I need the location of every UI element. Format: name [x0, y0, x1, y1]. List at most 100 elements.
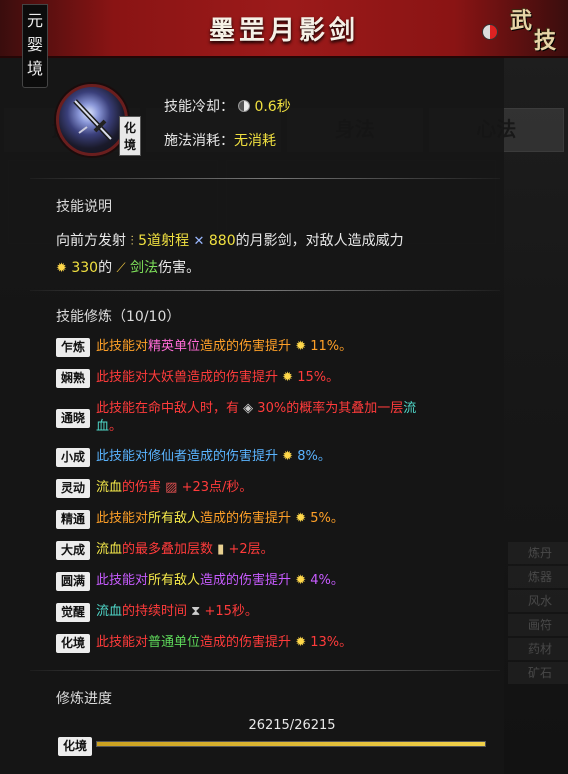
sword-type-icon: ⟋	[116, 261, 126, 276]
emblem-char: 技	[534, 28, 557, 54]
desc-text: 的	[98, 260, 113, 276]
cost-label: 施法消耗：	[164, 133, 234, 149]
realm-char: 婴	[26, 35, 43, 54]
mod-seg: 流血	[96, 604, 123, 619]
mod-seg: 普通单位	[148, 635, 201, 650]
mod-seg: 造成的伤害提升	[200, 635, 292, 650]
mod-seg: 流血	[96, 542, 123, 557]
cooldown-label: 技能冷却：	[164, 99, 234, 115]
mod-seg: 造成的伤害提升	[200, 573, 292, 588]
mod-seg: 造成的伤害提升	[200, 511, 292, 526]
mod-text: 流血的持续时间 ⧗ +15秒。	[96, 603, 496, 621]
cost-row: 施法消耗：无消耗	[164, 130, 276, 150]
mod-list: 乍炼 此技能对精英单位造成的伤害提升 ✹ 11%。 娴熟 此技能对大妖兽造成的伤…	[56, 338, 496, 665]
bleed-icon: ▨	[165, 480, 178, 495]
desc-count: 5道射程	[138, 233, 190, 249]
mod-text: 此技能对所有敌人造成的伤害提升 ✹ 5%。	[96, 510, 496, 528]
scroll-icon: ▮	[217, 542, 225, 557]
background-side-list: 炼丹 炼器 风水 画符 药材 矿石	[508, 540, 568, 770]
bg-side-item: 药材	[508, 638, 568, 660]
sword-icon	[73, 99, 113, 141]
mod-item: 小成 此技能对修仙者造成的伤害提升 ✹ 8%。	[56, 448, 496, 467]
transform-char: 化	[123, 121, 136, 135]
mod-seg: 血	[96, 419, 110, 434]
mod-seg: 流血	[96, 480, 123, 495]
mod-value: +2层。	[228, 542, 274, 557]
mod-value: 4%。	[310, 573, 344, 588]
mod-text: 此技能对所有敌人造成的伤害提升 ✹ 4%。	[96, 572, 496, 590]
martial-skill-emblem[interactable]: 武 技	[506, 6, 564, 56]
progress-tag: 化境	[58, 737, 92, 756]
mod-text: 流血的伤害 ▨ +23点/秒。	[96, 479, 496, 497]
mod-seg: 此技能对修仙者造成的伤害提升	[96, 449, 279, 464]
cooldown-value: 0.6秒	[254, 99, 291, 115]
mod-seg: 的持续时间	[122, 604, 188, 619]
mods-title: 技能修炼（10/10）	[56, 309, 181, 325]
burst-icon: ✹	[282, 449, 294, 464]
mod-seg: 此技能在命中敌人时，有	[96, 401, 240, 416]
mod-seg: 所有敌人	[148, 573, 201, 588]
mod-seg: 此技能对	[96, 339, 149, 354]
description-title: 技能说明	[56, 199, 112, 215]
mod-seg: 造成的伤害提升	[200, 339, 292, 354]
mod-text: 流血的最多叠加层数 ▮ +2层。	[96, 541, 496, 559]
burst-icon: ✹	[282, 370, 294, 385]
realm-badge: 元 婴 境	[22, 4, 48, 88]
mod-value: 13%。	[310, 635, 353, 650]
hourglass-icon: ⧗	[191, 604, 201, 619]
mod-tag: 灵动	[56, 479, 90, 498]
mod-value: 15%。	[297, 370, 340, 385]
mod-value: 11%。	[310, 339, 353, 354]
emblem-char: 武	[510, 8, 533, 34]
mod-text: 此技能在命中敌人时，有 ◈ 30%的概率为其叠加一层流 血。	[96, 400, 496, 436]
mod-tag: 小成	[56, 448, 90, 467]
mod-tag: 大成	[56, 541, 90, 560]
desc-power: 330	[71, 260, 99, 276]
desc-type: 剑法	[130, 260, 159, 276]
clock-icon	[238, 100, 251, 112]
burst-icon: ✹	[295, 573, 307, 588]
desc-text: 的月影剑，对敌人造成威力	[235, 233, 404, 249]
mod-item: 灵动 流血的伤害 ▨ +23点/秒。	[56, 479, 496, 498]
mod-tag: 乍炼	[56, 338, 90, 357]
mod-item: 娴熟 此技能对大妖兽造成的伤害提升 ✹ 15%。	[56, 369, 496, 388]
toggle-icon[interactable]	[482, 24, 498, 40]
mod-tag: 觉醒	[56, 603, 90, 622]
skill-description: 向前方发射 ⫶ 5道射程 ✕ 880的月影剑，对敌人造成威力 ✹ 330的 ⟋ …	[56, 228, 486, 282]
mod-item: 大成 流血的最多叠加层数 ▮ +2层。	[56, 541, 496, 560]
mod-seg: 此技能对	[96, 635, 149, 650]
progress-bar	[96, 741, 486, 747]
mod-item: 化境 此技能对普通单位造成的伤害提升 ✹ 13%。	[56, 634, 496, 653]
mod-seg: 此技能对	[96, 511, 149, 526]
bg-side-item: 风水	[508, 590, 568, 612]
title-bar: 墨罡月影剑 武 技	[0, 0, 568, 58]
realm-char: 元	[26, 11, 43, 30]
progress-text: 26215/26215	[248, 718, 336, 733]
mod-seg: 精英单位	[148, 339, 201, 354]
divider	[30, 670, 500, 671]
bg-side-item: 炼器	[508, 566, 568, 588]
mod-seg: 流	[403, 401, 417, 416]
mod-seg: 。	[109, 419, 123, 434]
mod-tag: 化境	[56, 634, 90, 653]
mod-tag: 精通	[56, 510, 90, 529]
mod-seg: 的最多叠加层数	[122, 542, 214, 557]
mod-tag: 娴熟	[56, 369, 90, 388]
realm-char: 境	[26, 59, 43, 78]
mod-tag: 圆满	[56, 572, 90, 591]
transform-char: 境	[123, 138, 136, 152]
mod-seg: 所有敌人	[148, 511, 201, 526]
mod-seg: 的伤害	[122, 480, 162, 495]
mod-text: 此技能对修仙者造成的伤害提升 ✹ 8%。	[96, 448, 496, 466]
mod-text: 此技能对普通单位造成的伤害提升 ✹ 13%。	[96, 634, 496, 652]
bg-side-item: 画符	[508, 614, 568, 636]
mod-value: 5%。	[310, 511, 344, 526]
bg-side-item: 矿石	[508, 662, 568, 684]
mod-text: 此技能对大妖兽造成的伤害提升 ✹ 15%。	[96, 369, 496, 387]
cost-value: 无消耗	[234, 133, 276, 149]
mod-item: 乍炼 此技能对精英单位造成的伤害提升 ✹ 11%。	[56, 338, 496, 357]
mod-item: 圆满 此技能对所有敌人造成的伤害提升 ✹ 4%。	[56, 572, 496, 591]
mod-value: 8%。	[297, 449, 331, 464]
progress-fill	[97, 742, 485, 746]
projectile-icon: ⫶	[130, 234, 134, 249]
